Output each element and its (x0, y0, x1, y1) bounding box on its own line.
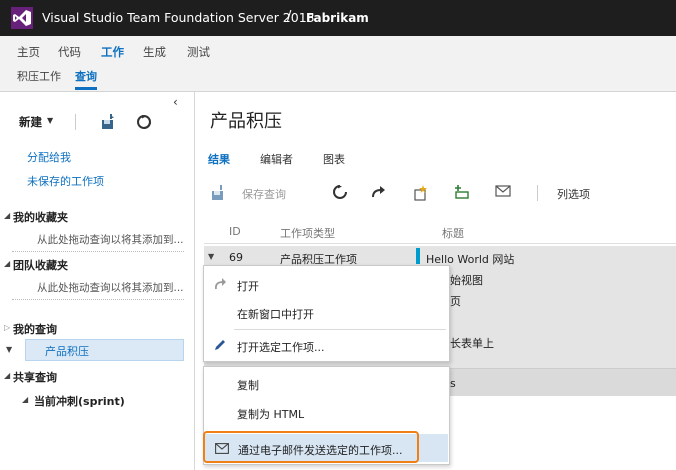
app-title: Visual Studio Team Foundation Server 201… (42, 10, 315, 25)
tab-editor[interactable]: 编辑者 (260, 151, 293, 167)
results-toolbar: 保存查询 列选项 (204, 177, 676, 209)
subnav-queries[interactable]: 查询 (75, 68, 97, 84)
current-sprint-folder[interactable]: 当前冲刺(sprint) (34, 393, 125, 409)
menu-item-label: 打开选定工作项... (237, 341, 325, 354)
add-link-icon[interactable] (453, 185, 471, 202)
open-arrow-icon (213, 277, 227, 294)
tab-results[interactable]: 结果 (208, 151, 230, 167)
pencil-icon (213, 338, 227, 355)
expanded-arrow-icon[interactable]: ◢ (4, 211, 10, 220)
menu-item-open-new-window[interactable]: 在新窗口中打开 (204, 300, 449, 326)
shared-queries-header[interactable]: 共享查询 (13, 369, 57, 385)
menu-item-label: 打开 (237, 280, 259, 293)
nav-code[interactable]: 代码 (58, 44, 81, 60)
cell-id: 69 (229, 251, 243, 264)
column-header-title[interactable]: 标题 (442, 225, 464, 241)
toolbar-divider (75, 114, 76, 130)
collapse-pane-icon[interactable]: ‹ (173, 95, 178, 109)
team-favorites-header[interactable]: 团队收藏夹 (13, 257, 68, 273)
title-bar: Visual Studio Team Foundation Server 201… (0, 0, 676, 36)
nav-work[interactable]: 工作 (101, 44, 124, 60)
expanded-arrow-icon[interactable]: ◢ (22, 395, 28, 404)
query-explorer-pane: ‹ 新建 ▼ 分配给我 未保存的工作项 ◢ 我的收藏夹 从此处拖动查询以将其添加… (0, 92, 195, 470)
expanded-arrow-icon[interactable]: ◢ (4, 371, 10, 380)
new-work-item-icon[interactable] (412, 185, 428, 204)
refresh-icon[interactable] (333, 185, 347, 202)
collapsed-arrow-icon[interactable]: ▷ (4, 323, 10, 332)
row-title-fragment: 长表单上 (450, 337, 494, 350)
section-divider (12, 251, 184, 252)
nav-build[interactable]: 生成 (143, 44, 166, 60)
tab-charts[interactable]: 图表 (323, 151, 345, 167)
save-icon[interactable] (100, 114, 116, 133)
tree-expander-icon[interactable]: ▼ (6, 345, 12, 354)
column-header-id[interactable]: ID (229, 225, 241, 238)
row-title-fragment: 页 (450, 295, 461, 308)
visual-studio-logo-icon[interactable] (11, 7, 33, 29)
my-queries-header[interactable]: 我的查询 (13, 321, 57, 337)
active-tab-indicator (75, 87, 97, 90)
redo-icon[interactable] (371, 185, 387, 202)
highlight-callout (203, 431, 419, 463)
save-query-icon[interactable] (210, 185, 226, 204)
menu-item-label: 复制为 HTML (237, 408, 305, 421)
expanded-arrow-icon[interactable]: ◢ (4, 259, 10, 268)
my-favorites-hint: 从此处拖动查询以将其添加到... (37, 234, 184, 246)
menu-item-label: 在新窗口中打开 (237, 308, 314, 321)
menu-item-open-selected[interactable]: 打开选定工作项... (204, 333, 449, 359)
nav-home[interactable]: 主页 (17, 44, 40, 60)
query-item-product-backlog[interactable]: 产品积压 (25, 339, 184, 361)
column-options-button[interactable]: 列选项 (557, 186, 590, 202)
menu-item-copy-html[interactable]: 复制为 HTML (204, 400, 449, 426)
section-divider (12, 299, 184, 300)
unsaved-work-items-link[interactable]: 未保存的工作项 (27, 173, 104, 189)
new-query-button[interactable]: 新建 (19, 114, 42, 130)
hub-navigation: 主页 代码 工作 生成 测试 (0, 36, 676, 66)
menu-item-open[interactable]: 打开 (204, 272, 449, 298)
column-header-type[interactable]: 工作项类型 (280, 225, 335, 241)
grid-header: ID 工作项类型 标题 (204, 220, 676, 244)
row-expander-icon[interactable]: ▼ (208, 252, 214, 261)
menu-divider (234, 329, 446, 330)
page-title: 产品积压 (210, 111, 282, 132)
my-favorites-header[interactable]: 我的收藏夹 (13, 209, 68, 225)
breadcrumb-separator: / (287, 9, 292, 24)
subnav-backlogs[interactable]: 积压工作 (17, 68, 61, 84)
sub-navigation: 积压工作 查询 (0, 66, 676, 92)
email-icon[interactable] (495, 185, 511, 200)
refresh-icon[interactable] (137, 115, 151, 132)
toolbar-divider (537, 185, 538, 201)
assigned-to-me-link[interactable]: 分配给我 (27, 149, 71, 165)
context-menu-group-open: 打开 在新窗口中打开 打开选定工作项... (203, 265, 450, 362)
row-title-fragment: s (450, 377, 456, 390)
row-title-fragment: 始视图 (450, 274, 483, 287)
query-item-label: 产品积压 (45, 345, 89, 358)
chevron-down-icon[interactable]: ▼ (47, 116, 53, 125)
project-name-link[interactable]: Fabrikam (306, 11, 369, 25)
work-item-color-bar (416, 248, 420, 264)
menu-item-copy[interactable]: 复制 (204, 371, 449, 397)
team-favorites-hint: 从此处拖动查询以将其添加到... (37, 282, 184, 294)
menu-item-label: 复制 (237, 379, 259, 392)
nav-test[interactable]: 测试 (187, 44, 210, 60)
table-row[interactable]: ▼ 69 产品积压工作项 Hello World 网站 (204, 246, 676, 266)
save-query-button[interactable]: 保存查询 (242, 186, 286, 202)
